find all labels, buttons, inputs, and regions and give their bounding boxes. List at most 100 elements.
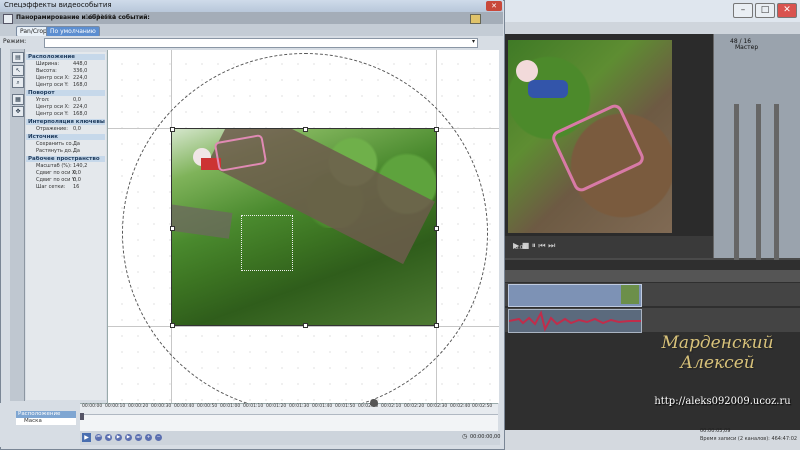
playhead-handle[interactable] xyxy=(370,399,378,407)
handle-right[interactable] xyxy=(434,226,439,231)
prop-row[interactable]: Сохранить со... Да xyxy=(26,141,105,147)
center-marker xyxy=(241,215,293,271)
status-record-time: Время записи (2 каналов): 464:47:02 xyxy=(700,436,798,442)
first-keyframe-icon[interactable]: ⏮ xyxy=(95,434,102,441)
normal-edit-tool-icon[interactable]: ↖ xyxy=(12,65,24,76)
audio-clip[interactable] xyxy=(508,309,642,333)
ruler-tick: 00:00:10 xyxy=(105,404,126,409)
prop-row[interactable]: Растянуть до... Да xyxy=(26,148,105,154)
prop-value[interactable]: 448,0 xyxy=(73,61,87,67)
ruler-tick: 00:02:20 xyxy=(404,404,425,409)
dialog-title: Спецэффекты видеособытия xyxy=(4,1,112,9)
show-properties-icon[interactable]: ▤ xyxy=(12,52,24,63)
ruler-tick: 00:00:20 xyxy=(128,404,149,409)
move-freely-icon[interactable]: ✥ xyxy=(12,106,24,117)
ruler-tick: 00:00:30 xyxy=(151,404,172,409)
prop-row[interactable]: Масштаб (%): 140,2 xyxy=(26,163,105,169)
prop-value[interactable]: 0,0 xyxy=(73,126,81,132)
minimize-button[interactable]: – xyxy=(733,3,753,18)
next-keyframe-icon[interactable]: ▶ xyxy=(125,434,132,441)
add-keyframe-icon[interactable]: + xyxy=(145,434,152,441)
section-source[interactable]: Источник xyxy=(26,134,105,140)
ruler-tick: 00:01:30 xyxy=(289,404,310,409)
prop-value[interactable]: 336,0 xyxy=(73,68,87,74)
meter-right xyxy=(756,104,761,284)
master-bus-meters xyxy=(713,34,800,284)
prop-row[interactable]: Центр оси X: 224,0 xyxy=(26,104,105,110)
handle-left[interactable] xyxy=(170,226,175,231)
prop-row[interactable]: Высота: 336,0 xyxy=(26,68,105,74)
ruler-tick: 00:02:40 xyxy=(450,404,471,409)
keyframe-time: 00:00:00,00 xyxy=(470,434,501,440)
ruler-tick: 00:00:50 xyxy=(197,404,218,409)
play-icon[interactable]: ▶ xyxy=(115,434,122,441)
prop-value[interactable]: 224,0 xyxy=(73,75,87,81)
section-workspace[interactable]: Рабочее пространство xyxy=(26,156,105,162)
prop-label: Ширина: xyxy=(36,61,60,67)
maximize-button[interactable]: □ xyxy=(755,3,775,18)
handle-top-right[interactable] xyxy=(434,127,439,132)
crop-frame[interactable] xyxy=(170,127,439,328)
prop-label: Угол: xyxy=(36,97,50,103)
chain-value: 16711694 xyxy=(85,14,116,21)
prop-row[interactable]: Центр оси Y: 168,0 xyxy=(26,111,105,117)
dialog-close-button[interactable]: ✕ xyxy=(486,1,502,11)
prop-value[interactable]: 224,0 xyxy=(73,104,87,110)
watermark-url: http://aleks092009.ucoz.ru xyxy=(654,396,791,407)
prop-row[interactable]: Угол: 0,0 xyxy=(26,97,105,103)
section-rotation[interactable]: Поворот xyxy=(26,90,105,96)
prop-row[interactable]: Центр оси Y: 168,0 xyxy=(26,82,105,88)
enable-snapping-icon[interactable]: ▦ xyxy=(12,94,24,105)
handle-bottom-left[interactable] xyxy=(170,323,175,328)
handle-bottom[interactable] xyxy=(303,323,308,328)
handle-top[interactable] xyxy=(303,127,308,132)
prev-keyframe-icon[interactable]: ◀ xyxy=(105,434,112,441)
prop-row[interactable]: Сдвиг по оси X: 0,0 xyxy=(26,170,105,176)
prop-value[interactable]: 168,0 xyxy=(73,82,87,88)
prop-value[interactable]: 0,0 xyxy=(73,170,81,176)
prop-value[interactable]: 168,0 xyxy=(73,111,87,117)
video-clip[interactable] xyxy=(508,284,642,307)
ruler-tick: 00:00:00 xyxy=(82,404,103,409)
preset-dropdown[interactable]: ▾ xyxy=(44,38,478,48)
prop-row[interactable]: Сдвиг по оси Y: 0,0 xyxy=(26,177,105,183)
keyframe-list-item[interactable]: Маска xyxy=(16,418,76,425)
prop-row[interactable]: Центр оси X: 224,0 xyxy=(26,75,105,81)
app-toolbar xyxy=(505,22,800,34)
prop-value[interactable]: 0,0 xyxy=(73,97,81,103)
properties-panel: Расположение Ширина: 448,0 Высота: 336,0 Ц… xyxy=(26,52,106,400)
clip-thumbnail xyxy=(621,285,639,304)
plugin-toggle-icon[interactable] xyxy=(470,14,481,24)
prop-label: Шаг сетки: xyxy=(36,184,66,190)
preview-frame-label: 8:04 xyxy=(515,245,527,251)
prop-row[interactable]: Ширина: 448,0 xyxy=(26,61,105,67)
prop-label: Растянуть до... xyxy=(36,148,76,154)
keyframe-track[interactable] xyxy=(80,414,498,432)
prop-value[interactable]: Да xyxy=(73,148,80,154)
prop-value[interactable]: 16 xyxy=(73,184,79,190)
prop-value[interactable]: 140,2 xyxy=(73,163,87,169)
chain-icon[interactable] xyxy=(3,14,13,24)
master-label: Мастер xyxy=(735,44,759,51)
prop-label: Отражение: xyxy=(36,126,68,132)
pan-crop-workspace[interactable] xyxy=(107,50,499,403)
ruler-tick: 00:01:00 xyxy=(220,404,241,409)
prop-row[interactable]: Шаг сетки: 16 xyxy=(26,184,105,190)
keyframe-list-panel xyxy=(0,403,78,447)
prop-label: Сдвиг по оси Y: xyxy=(36,177,76,183)
prop-row[interactable]: Отражение: 0,0 xyxy=(26,126,105,132)
zoom-tool-icon[interactable]: ⌕ xyxy=(12,77,24,88)
handle-bottom-right[interactable] xyxy=(434,323,439,328)
section-position[interactable]: Расположение xyxy=(26,54,105,60)
keyframe-list-header[interactable]: Расположение xyxy=(16,411,76,418)
meter-left xyxy=(734,104,739,284)
sync-cursor-icon[interactable]: ▶ xyxy=(82,433,91,442)
section-interpolation[interactable]: Интерполяция ключевых к... xyxy=(26,119,105,125)
close-app-button[interactable]: ✕ xyxy=(777,3,797,18)
last-keyframe-icon[interactable]: ⏭ xyxy=(135,434,142,441)
prop-value[interactable]: Да xyxy=(73,141,80,147)
delete-keyframe-icon[interactable]: − xyxy=(155,434,162,441)
prop-value[interactable]: 0,0 xyxy=(73,177,81,183)
handle-top-left[interactable] xyxy=(170,127,175,132)
keyframe-marker[interactable] xyxy=(80,413,84,420)
